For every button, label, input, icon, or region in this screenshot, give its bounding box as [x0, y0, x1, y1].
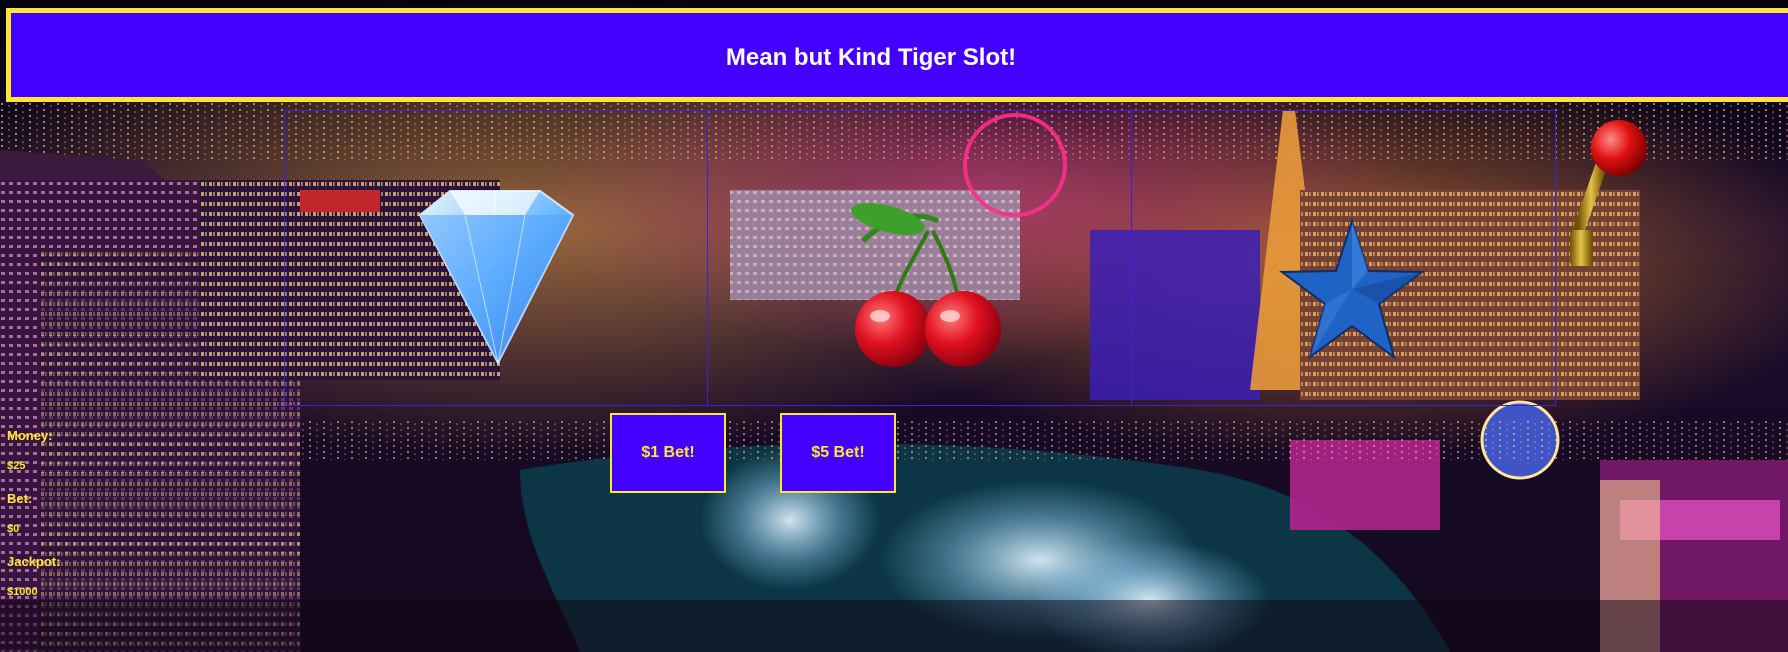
reel-3: [1132, 110, 1556, 406]
slot-reels: [284, 110, 1556, 406]
reel-1: [284, 110, 708, 406]
game-title: Mean but Kind Tiger Slot!: [725, 44, 1017, 71]
bet-1-button[interactable]: $1 Bet!: [610, 413, 726, 493]
money-value: $25: [7, 460, 26, 472]
bet-value: $0: [7, 523, 20, 535]
title-banner: Mean but Kind Tiger Slot!: [6, 8, 1788, 102]
bet-label: Bet:: [7, 491, 33, 506]
jackpot-label: Jackpot:: [7, 554, 61, 569]
reel-2: [708, 110, 1132, 406]
star-icon: [1279, 217, 1425, 360]
money-label: Money:: [7, 428, 53, 443]
jackpot-value: $1000: [7, 586, 38, 598]
bet-5-button[interactable]: $5 Bet!: [780, 413, 896, 493]
player-stats: Money: $25 Bet: $0 Jackpot: $1000: [7, 424, 60, 613]
diamond-icon: [418, 190, 575, 366]
slot-game-page: Mean but Kind Tiger Slot! $1 Bet! $5 Bet…: [0, 0, 1788, 652]
slot-lever-icon[interactable]: [1556, 110, 1656, 406]
cherries-icon: [851, 203, 1001, 367]
